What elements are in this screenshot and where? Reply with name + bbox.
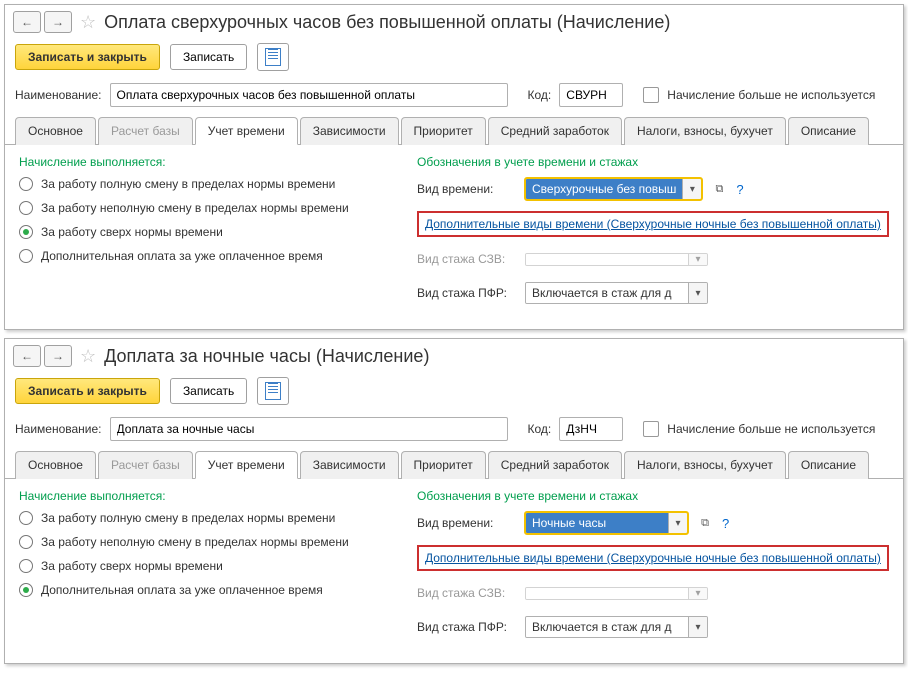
expand-icon[interactable]: ⧉: [710, 179, 728, 199]
help-icon[interactable]: ?: [722, 516, 729, 531]
tab-avg[interactable]: Средний заработок: [488, 117, 622, 145]
radio-extra-pay[interactable]: Дополнительная оплата за уже оплаченное …: [19, 583, 389, 597]
document-icon: [265, 382, 281, 400]
tab-main[interactable]: Основное: [15, 117, 96, 145]
chevron-down-icon[interactable]: ▾: [668, 513, 687, 533]
szv-combo[interactable]: ▾: [525, 587, 708, 600]
document-icon-button[interactable]: [257, 43, 289, 71]
radio-full-shift[interactable]: За работу полную смену в пределах нормы …: [19, 177, 389, 191]
extra-time-types-link[interactable]: Дополнительные виды времени (Сверхурочны…: [417, 211, 889, 237]
code-label: Код:: [528, 422, 552, 436]
tab-base[interactable]: Расчет базы: [98, 117, 193, 145]
chevron-down-icon[interactable]: ▾: [682, 179, 701, 199]
extra-time-types-link[interactable]: Дополнительные виды времени (Сверхурочны…: [417, 545, 889, 571]
code-input[interactable]: [559, 417, 623, 441]
radio-partial-shift[interactable]: За работу неполную смену в пределах норм…: [19, 535, 389, 549]
window-overtime: ← → ☆ Оплата сверхурочных часов без повы…: [4, 4, 904, 330]
time-type-label: Вид времени:: [417, 182, 517, 196]
window-title: Оплата сверхурочных часов без повышенной…: [104, 12, 670, 33]
deprecated-label: Начисление больше не используется: [667, 422, 875, 436]
szv-label: Вид стажа СЗВ:: [417, 586, 517, 600]
tab-priority[interactable]: Приоритет: [401, 451, 486, 479]
pfr-label: Вид стажа ПФР:: [417, 286, 517, 300]
deprecated-label: Начисление больше не используется: [667, 88, 875, 102]
code-label: Код:: [528, 88, 552, 102]
time-type-combo[interactable]: Ночные часы ▾: [525, 512, 688, 534]
radio-extra-pay[interactable]: Дополнительная оплата за уже оплаченное …: [19, 249, 389, 263]
name-input[interactable]: [110, 83, 508, 107]
radio-overtime[interactable]: За работу сверх нормы времени: [19, 559, 389, 573]
marks-header: Обозначения в учете времени и стажах: [417, 155, 889, 169]
tab-tax[interactable]: Налоги, взносы, бухучет: [624, 117, 786, 145]
chevron-down-icon[interactable]: ▾: [688, 283, 707, 303]
deprecated-checkbox[interactable]: [643, 87, 659, 103]
save-button[interactable]: Записать: [170, 378, 247, 404]
name-input[interactable]: [110, 417, 508, 441]
code-input[interactable]: [559, 83, 623, 107]
radio-overtime[interactable]: За работу сверх нормы времени: [19, 225, 389, 239]
nav-forward-button[interactable]: →: [44, 11, 72, 33]
favorite-icon[interactable]: ☆: [80, 346, 96, 367]
tab-bar: Основное Расчет базы Учет времени Зависи…: [5, 117, 903, 144]
deprecated-checkbox[interactable]: [643, 421, 659, 437]
radio-partial-shift[interactable]: За работу неполную смену в пределах норм…: [19, 201, 389, 215]
save-and-close-button[interactable]: Записать и закрыть: [15, 378, 160, 404]
tab-deps[interactable]: Зависимости: [300, 451, 399, 479]
favorite-icon[interactable]: ☆: [80, 12, 96, 33]
pfr-label: Вид стажа ПФР:: [417, 620, 517, 634]
document-icon: [265, 48, 281, 66]
tab-time[interactable]: Учет времени: [195, 451, 298, 479]
exec-header: Начисление выполняется:: [19, 489, 389, 503]
chevron-down-icon[interactable]: ▾: [688, 588, 707, 599]
tab-avg[interactable]: Средний заработок: [488, 451, 622, 479]
name-label: Наименование:: [15, 422, 102, 436]
save-button[interactable]: Записать: [170, 44, 247, 70]
tab-desc[interactable]: Описание: [788, 117, 869, 145]
chevron-down-icon[interactable]: ▾: [688, 617, 707, 637]
szv-label: Вид стажа СЗВ:: [417, 252, 517, 266]
time-type-combo[interactable]: Сверхурочные без повыш ▾: [525, 178, 702, 200]
tab-base[interactable]: Расчет базы: [98, 451, 193, 479]
tab-desc[interactable]: Описание: [788, 451, 869, 479]
marks-header: Обозначения в учете времени и стажах: [417, 489, 889, 503]
pfr-combo[interactable]: Включается в стаж для д ▾: [525, 282, 708, 304]
nav-back-button[interactable]: ←: [13, 11, 41, 33]
window-night: ← → ☆ Доплата за ночные часы (Начисление…: [4, 338, 904, 664]
radio-full-shift[interactable]: За работу полную смену в пределах нормы …: [19, 511, 389, 525]
szv-combo[interactable]: ▾: [525, 253, 708, 266]
nav-forward-button[interactable]: →: [44, 345, 72, 367]
expand-icon[interactable]: ⧉: [696, 513, 714, 533]
tab-tax[interactable]: Налоги, взносы, бухучет: [624, 451, 786, 479]
time-type-label: Вид времени:: [417, 516, 517, 530]
document-icon-button[interactable]: [257, 377, 289, 405]
tab-time[interactable]: Учет времени: [195, 117, 298, 145]
tab-deps[interactable]: Зависимости: [300, 117, 399, 145]
name-label: Наименование:: [15, 88, 102, 102]
chevron-down-icon[interactable]: ▾: [688, 254, 707, 265]
nav-back-button[interactable]: ←: [13, 345, 41, 367]
window-title: Доплата за ночные часы (Начисление): [104, 346, 429, 367]
save-and-close-button[interactable]: Записать и закрыть: [15, 44, 160, 70]
help-icon[interactable]: ?: [736, 182, 743, 197]
exec-header: Начисление выполняется:: [19, 155, 389, 169]
pfr-combo[interactable]: Включается в стаж для д ▾: [525, 616, 708, 638]
tab-priority[interactable]: Приоритет: [401, 117, 486, 145]
tab-main[interactable]: Основное: [15, 451, 96, 479]
tab-bar: Основное Расчет базы Учет времени Зависи…: [5, 451, 903, 478]
